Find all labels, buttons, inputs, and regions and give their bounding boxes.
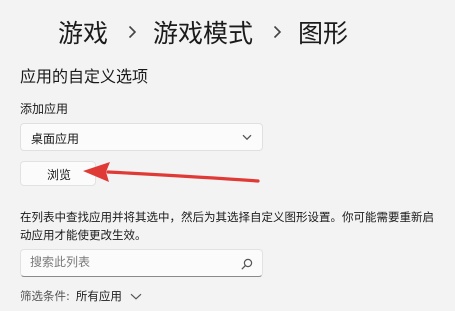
search-input[interactable] bbox=[30, 255, 230, 269]
chevron-down-icon bbox=[242, 134, 252, 141]
breadcrumb-item-graphics: 图形 bbox=[298, 19, 349, 48]
breadcrumb-item-game-mode[interactable]: 游戏模式 bbox=[153, 14, 253, 50]
filter-label: 筛选条件: bbox=[20, 289, 70, 303]
add-app-label: 添加应用 bbox=[20, 102, 69, 116]
search-icon[interactable] bbox=[241, 258, 253, 270]
red-arrow-icon bbox=[83, 162, 260, 183]
filter-value[interactable]: 所有应用 bbox=[76, 288, 122, 304]
chevron-down-icon[interactable] bbox=[130, 293, 142, 300]
section-title: 应用的自定义选项 bbox=[20, 67, 149, 86]
app-type-dropdown[interactable]: 桌面应用 bbox=[20, 123, 263, 151]
app-type-value: 桌面应用 bbox=[31, 132, 80, 146]
breadcrumb-item-gaming[interactable]: 游戏 bbox=[58, 14, 108, 50]
chevron-right-icon bbox=[128, 25, 137, 39]
chevron-right-icon bbox=[273, 25, 282, 39]
description-text: 在列表中查找应用并将其选中，然后为其选择自定义图形设置。你可能需要重新启动应用才… bbox=[20, 210, 434, 242]
search-box[interactable] bbox=[20, 249, 263, 277]
breadcrumb: 游戏 游戏模式 图形 bbox=[58, 14, 348, 50]
filter-row[interactable]: 筛选条件: 所有应用 bbox=[20, 288, 142, 304]
browse-label: 浏览 bbox=[47, 168, 72, 182]
